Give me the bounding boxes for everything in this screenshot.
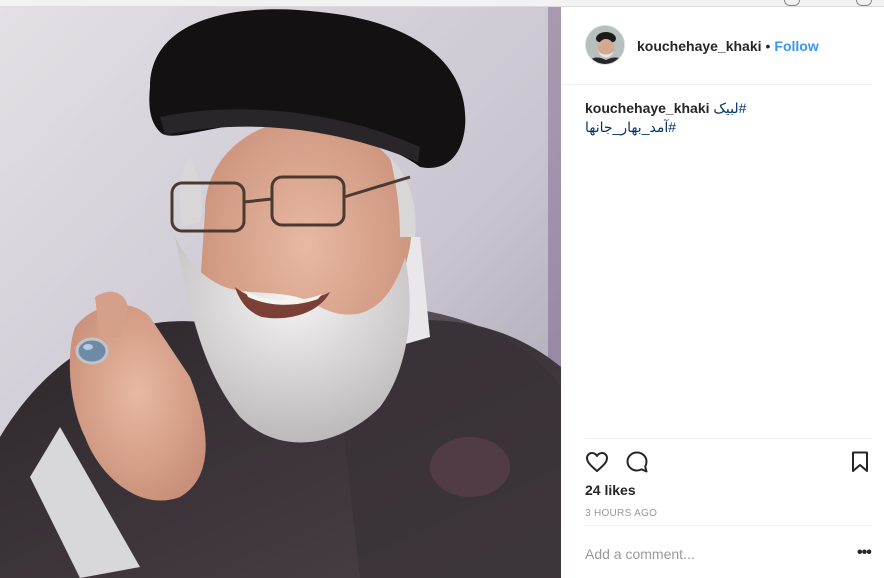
more-options-icon[interactable]: ••• (857, 544, 872, 562)
divider (585, 438, 872, 439)
likes-count[interactable]: 24 likes (585, 482, 636, 498)
caption-username-link[interactable]: kouchehaye_khaki (585, 100, 710, 116)
post-photo[interactable] (0, 7, 561, 578)
header-line: kouchehaye_khaki • Follow (637, 38, 819, 54)
follow-button[interactable]: Follow (774, 38, 818, 54)
heart-icon[interactable] (585, 450, 609, 479)
window-control-icon (784, 0, 800, 6)
comment-input[interactable] (585, 543, 825, 565)
username-link[interactable]: kouchehaye_khaki (637, 38, 762, 54)
separator-dot: • (765, 38, 771, 54)
post-timestamp[interactable]: 3 HOURS AGO (585, 508, 657, 519)
portrait-illustration (0, 7, 561, 578)
caption-hashtag[interactable]: #لبیک (713, 100, 746, 116)
comment-bubble-icon[interactable] (625, 450, 649, 479)
avatar[interactable] (585, 25, 625, 65)
divider (585, 525, 872, 526)
window-control-icon (856, 0, 872, 6)
avatar-image (586, 26, 624, 64)
caption-hashtag[interactable]: #آمد_بهار_جانها (585, 119, 676, 135)
bookmark-icon[interactable] (848, 450, 872, 479)
post-side-panel: kouchehaye_khaki • Follow kouchehaye_khaki… (561, 7, 884, 578)
post-header: kouchehaye_khaki • Follow (561, 7, 872, 85)
browser-top-strip (0, 0, 884, 7)
post-caption: kouchehaye_khaki #لبیک #آمد_بهار_جانها (585, 99, 865, 137)
